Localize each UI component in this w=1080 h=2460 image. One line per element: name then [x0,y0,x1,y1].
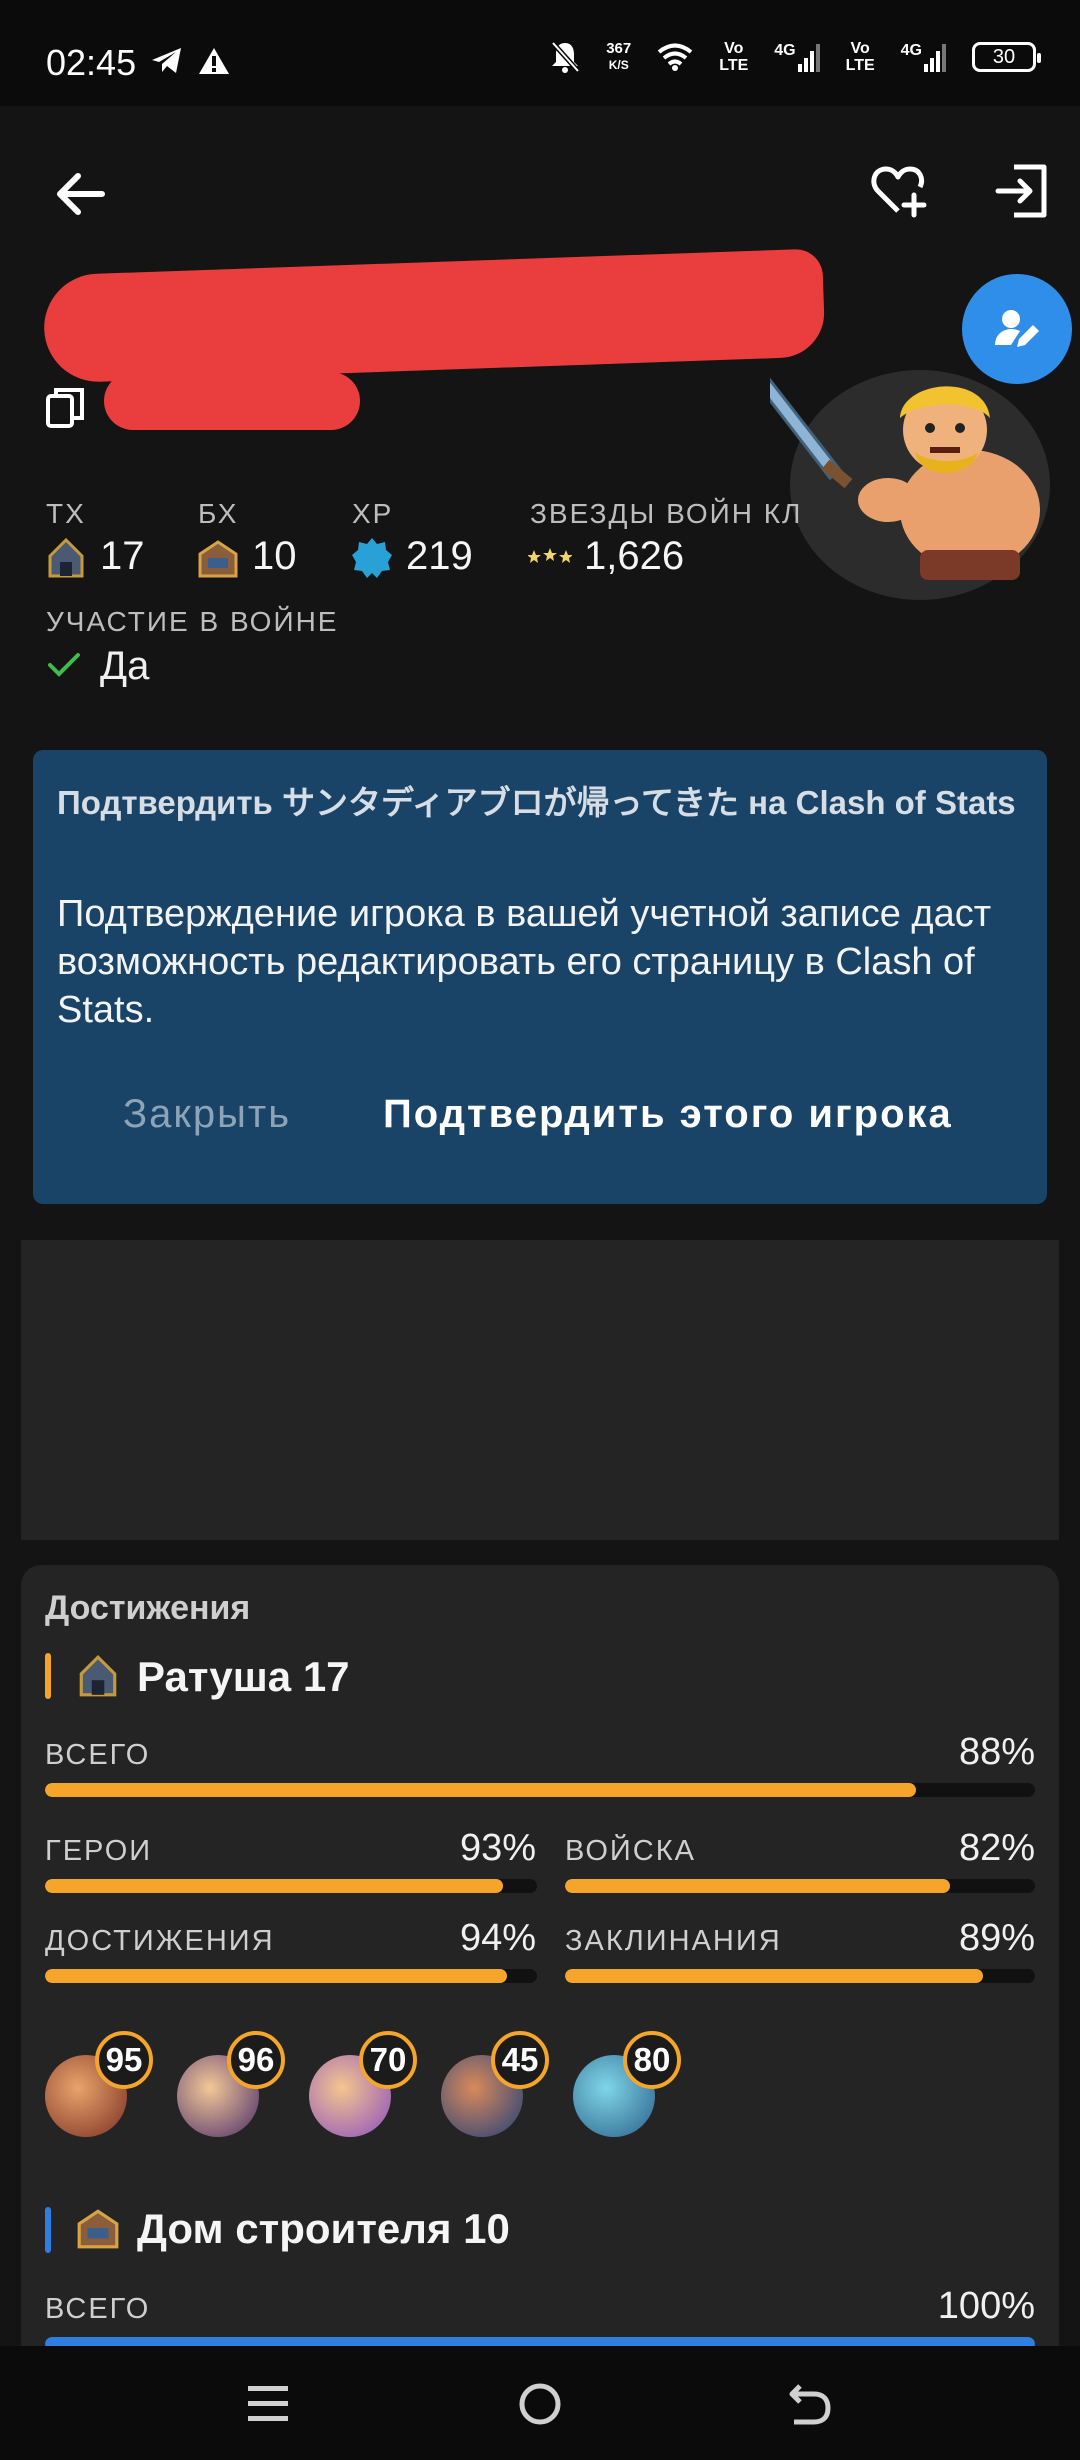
achievements-title: Достижения [45,1589,251,1627]
hero-level-badge: 45 [491,2031,549,2089]
hero-level-badge: 70 [359,2031,417,2089]
town-hall-title: Ратуша 17 [137,1653,350,1700]
war-stars-icon [528,548,572,563]
mute-bell-icon [551,41,581,73]
heroes-value: 93% [459,1827,536,1869]
status-right-group: 367 K/S Vo LTE 4G Vo LTE 4G 30 [550,40,1041,74]
battery-icon: 30 [972,42,1041,72]
favorite-add-icon[interactable] [868,161,928,221]
warning-icon [199,48,229,74]
stat-value-war-stars: 1,626 [584,534,685,578]
edit-player-button[interactable] [962,274,1072,384]
total-label: ВСЕГО [45,1739,151,1771]
back-arrow-icon[interactable] [50,164,110,224]
stat-label-bh: БХ [198,498,239,529]
sim1-type: Vo [724,40,744,57]
verify-body: Подтверждение игрока в вашей учетной зап… [57,893,992,1031]
achievements-label: ДОСТИЖЕНИЯ [45,1925,275,1957]
net-speed-value: 367 [606,40,632,57]
total-progress-fill [45,1783,917,1797]
signal-icon [924,44,946,72]
sim2-volte: Vo LTE [846,40,875,74]
verify-title: Подтвердить サンタディアブロが帰ってきた на Clash of S… [57,784,1016,821]
exit-icon[interactable] [992,161,1052,221]
edit-person-icon [995,310,1039,347]
stat-value-xp: 219 [406,534,473,578]
net-speed: 367 K/S [606,41,631,73]
system-nav-bar [0,2346,1080,2460]
sim2-sub: LTE [845,57,875,74]
achievements-progress-fill [45,1969,508,1983]
builder-hall-icon [77,2209,119,2249]
status-time: 02:45 [46,42,137,83]
sim1-sub: LTE [719,57,749,74]
war-preference-label: УЧАСТИЕ В ВОЙНЕ [46,606,339,637]
xp-badge-icon [352,538,392,578]
war-preference-value: Да [100,644,150,688]
verify-player-card: Подтвердить サンタディアブロが帰ってきた на Clash of S… [33,750,1047,1204]
sim1-gen: 4G [774,42,796,59]
ad-placeholder [21,1240,1059,1540]
achievements-card: Достижения Ратуша 17 ВСЕГО 88% ГЕРОИ 93%… [21,1565,1059,2460]
barbarian-icon [770,377,1040,580]
sim2-signal: 4G [901,42,946,72]
sim1-signal: 4G [774,42,820,72]
spells-progress-fill [565,1969,984,1983]
builder-hall-title: Дом строителя 10 [137,2205,510,2252]
home-icon[interactable] [518,2382,562,2426]
sim2-type: Vo [850,40,870,57]
telegram-icon [152,48,181,73]
bh-total-label: ВСЕГО [45,2293,151,2325]
troops-progress-fill [565,1879,951,1893]
heroes-progress-bar [45,1879,537,1893]
stat-label-th: ТХ [46,498,86,529]
wifi-icon [657,43,693,71]
bh-total-value: 100% [937,2285,1035,2327]
town-hall-icon [79,1654,117,1697]
status-bar: 02:45 367 K/S Vo LTE 4G Vo LTE 4G 30 [0,0,1080,106]
town-hall-icon [48,537,84,578]
close-button[interactable]: Закрыть [123,1092,291,1137]
troops-label: ВОЙСКА [565,1835,696,1867]
town-hall-accent-bar [45,1653,51,1699]
stat-label-xp: XP [352,498,394,529]
player-avatar [770,370,1050,600]
stat-value-bh: 10 [252,534,297,578]
stat-value-th: 17 [100,534,145,578]
sim1-volte: Vo LTE [719,40,748,74]
heroes-label: ГЕРОИ [45,1835,153,1867]
achievements-progress-bar [45,1969,537,1983]
achievements-value: 94% [459,1917,536,1959]
stat-label-war-stars: ЗВЕЗДЫ ВОЙН КЛ [530,498,803,529]
signal-icon [797,44,820,72]
troops-progress-bar [565,1879,1035,1893]
hero-level-badge: 96 [227,2031,285,2089]
redacted-player-tag [104,372,360,430]
confirm-player-button[interactable]: Подтвердить этого игрока [383,1092,953,1137]
net-speed-unit: K/S [608,58,629,72]
builder-hall-icon [198,540,238,578]
back-icon[interactable] [788,2380,832,2426]
spells-progress-bar [565,1969,1035,1983]
app-bar [0,106,1080,276]
copy-icon[interactable] [46,388,84,428]
spells-label: ЗАКЛИНАНИЯ [565,1925,782,1957]
heroes-progress-fill [45,1879,503,1893]
check-icon [48,653,80,677]
hero-level-badge: 95 [95,2031,153,2089]
hero-level-badge: 80 [623,2031,681,2089]
menu-icon[interactable] [248,2382,288,2426]
total-progress-bar [45,1783,1035,1797]
builder-hall-accent-bar [45,2207,51,2253]
troops-value: 82% [958,1827,1035,1869]
spells-value: 89% [958,1917,1035,1959]
total-value: 88% [958,1731,1035,1773]
sim2-gen: 4G [900,42,922,59]
